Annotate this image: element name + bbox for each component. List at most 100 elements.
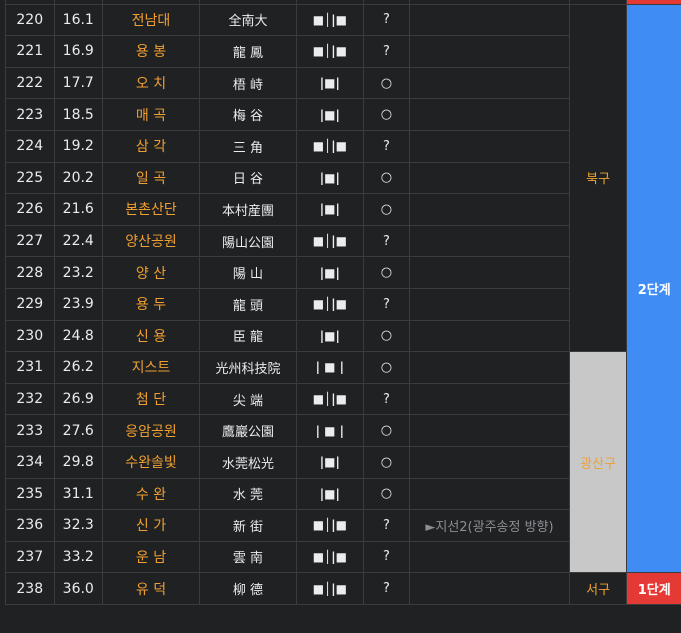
service-mark: ? xyxy=(362,129,411,163)
service-mark: ○ xyxy=(362,161,411,195)
transfer-info xyxy=(409,414,570,447)
distance-km: 27.6 xyxy=(53,414,103,447)
platform-type-icon: ■│|■ xyxy=(296,540,364,574)
distance-km: 16.9 xyxy=(53,35,103,68)
station-name-hanja: 龍 頭 xyxy=(199,287,297,321)
platform-type-icon: | ■ | xyxy=(296,414,364,447)
station-name-hanja: 新 街 xyxy=(199,509,297,542)
station-table-view: 21922016.1전남대全南大■│|■?북구2단계22116.9용 봉龍 鳳■… xyxy=(0,0,681,633)
platform-type-icon: ■│|■ xyxy=(296,382,364,416)
station-name-korean: 용 봉 xyxy=(102,35,200,68)
platform-type-icon: |■| xyxy=(296,256,364,289)
station-name-hanja: 柳 德 xyxy=(199,572,297,605)
station-name-korean: 본촌산단 xyxy=(102,193,200,226)
station-name-korean: 첨 단 xyxy=(102,382,200,416)
transfer-info xyxy=(409,35,570,68)
station-number: 224 xyxy=(5,129,55,163)
station-number: 228 xyxy=(5,256,55,289)
district-seogu: 서구 xyxy=(568,572,628,605)
station-name-hanja: 光州科技院 xyxy=(199,351,297,384)
station-name-korean: 수완솔빛 xyxy=(102,445,200,479)
transfer-info: ►지선2(광주송정 방향) xyxy=(409,509,570,542)
transfer-info xyxy=(409,66,570,100)
distance-km: 23.2 xyxy=(53,256,103,289)
station-number: 236 xyxy=(5,509,55,542)
platform-type-icon: |■| xyxy=(296,319,364,353)
station-number: 226 xyxy=(5,193,55,226)
station-name-hanja: 雲 南 xyxy=(199,540,297,574)
service-mark: ○ xyxy=(362,445,411,479)
district-bukgu: 북구 xyxy=(568,3,628,353)
service-mark: ○ xyxy=(362,477,411,511)
station-number: 229 xyxy=(5,287,55,321)
platform-type-icon: ■│|■ xyxy=(296,509,364,542)
service-mark: ? xyxy=(362,35,411,68)
distance-km: 33.2 xyxy=(53,540,103,574)
platform-type-icon: ■│|■ xyxy=(296,129,364,163)
distance-km: 22.4 xyxy=(53,224,103,258)
station-name-hanja: 三 角 xyxy=(199,129,297,163)
station-name-hanja: 臣 龍 xyxy=(199,319,297,353)
station-number: 220 xyxy=(5,3,55,37)
platform-type-icon: ■│|■ xyxy=(296,3,364,37)
station-name-korean: 신 가 xyxy=(102,509,200,542)
station-name-hanja: 梧 峙 xyxy=(199,66,297,100)
station-number: 223 xyxy=(5,98,55,131)
station-number: 237 xyxy=(5,540,55,574)
transfer-info xyxy=(409,382,570,416)
station-name-hanja: 陽山公園 xyxy=(199,224,297,258)
distance-km: 17.7 xyxy=(53,66,103,100)
distance-km: 31.1 xyxy=(53,477,103,511)
station-name-hanja: 尖 端 xyxy=(199,382,297,416)
transfer-info xyxy=(409,129,570,163)
station-name-korean: 전남대 xyxy=(102,3,200,37)
distance-km: 20.2 xyxy=(53,161,103,195)
station-name-korean: 유 덕 xyxy=(102,572,200,605)
distance-km: 18.5 xyxy=(53,98,103,131)
station-name-hanja: 龍 鳳 xyxy=(199,35,297,68)
transfer-info xyxy=(409,161,570,195)
transfer-info xyxy=(409,477,570,511)
platform-type-icon: |■| xyxy=(296,161,364,195)
table-row: 238 36.0 유 덕柳 德 ■│|■? 서구 1단계 xyxy=(5,572,681,605)
transfer-info xyxy=(409,193,570,226)
station-number: 232 xyxy=(5,382,55,416)
station-name-hanja: 水 莞 xyxy=(199,477,297,511)
service-mark: ? xyxy=(362,509,411,542)
station-number: 234 xyxy=(5,445,55,479)
platform-type-icon: |■| xyxy=(296,445,364,479)
stage-2-badge: 2단계 xyxy=(626,3,681,574)
transfer-info xyxy=(409,98,570,131)
station-number: 221 xyxy=(5,35,55,68)
distance-km: 32.3 xyxy=(53,509,103,542)
service-mark: ○ xyxy=(362,414,411,447)
transfer-info xyxy=(409,224,570,258)
transfer-info xyxy=(409,287,570,321)
station-name-hanja: 鷹巖公園 xyxy=(199,414,297,447)
service-mark: ○ xyxy=(362,256,411,289)
station-name-hanja: 陽 山 xyxy=(199,256,297,289)
platform-type-icon: ■│|■ xyxy=(296,287,364,321)
distance-km: 24.8 xyxy=(53,319,103,353)
station-number: 233 xyxy=(5,414,55,447)
station-name-korean: 신 용 xyxy=(102,319,200,353)
service-mark: ○ xyxy=(362,193,411,226)
station-name-korean: 수 완 xyxy=(102,477,200,511)
distance-km: 26.2 xyxy=(53,351,103,384)
stage-1-badge: 1단계 xyxy=(626,572,681,605)
platform-type-icon: ■│|■ xyxy=(296,35,364,68)
table-row: 220 16.1 전남대 全南大 ■│|■? 북구 2단계 xyxy=(5,3,681,574)
station-name-korean: 일 곡 xyxy=(102,161,200,195)
service-mark: ○ xyxy=(362,319,411,353)
platform-type-icon: | ■ | xyxy=(296,351,364,384)
station-name-korean: 양산공원 xyxy=(102,224,200,258)
station-number: 225 xyxy=(5,161,55,195)
station-name-hanja: 本村産團 xyxy=(199,193,297,226)
station-name-korean: 삼 각 xyxy=(102,129,200,163)
transfer-info xyxy=(409,3,570,37)
station-name-korean: 용 두 xyxy=(102,287,200,321)
platform-type-icon: |■| xyxy=(296,477,364,511)
station-name-hanja: 全南大 xyxy=(199,3,297,37)
station-name-korean: 운 남 xyxy=(102,540,200,574)
station-name-korean: 매 곡 xyxy=(102,98,200,131)
